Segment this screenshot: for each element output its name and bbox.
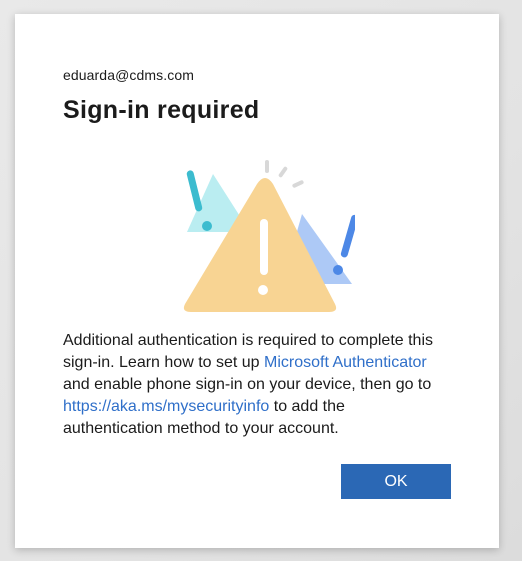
dialog-message: Additional authentication is required to… (63, 330, 443, 440)
message-text-2: and enable phone sign-in on your device,… (63, 376, 432, 393)
account-email: eduarda@cdms.com (63, 67, 194, 83)
dialog-title: Sign-in required (63, 96, 260, 124)
warning-triangles-icon (183, 160, 355, 312)
microsoft-authenticator-link[interactable]: Microsoft Authenticator (264, 354, 427, 371)
mysecurityinfo-link[interactable]: https://aka.ms/mysecurityinfo (63, 398, 269, 415)
sign-in-dialog: eduarda@cdms.com Sign-in required Additi… (15, 14, 499, 548)
ok-button[interactable]: OK (341, 464, 451, 499)
